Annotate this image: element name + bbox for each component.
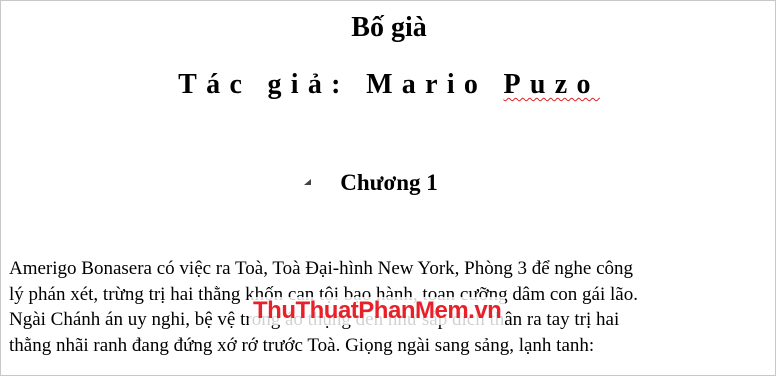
author-label: Tác giả: Mario — [178, 69, 504, 100]
document-page: Bố già Tác giả: Mario Puzo Chương 1 Amer… — [0, 0, 776, 376]
author-line: Tác giả: Mario Puzo — [1, 67, 776, 103]
document-title: Bố già — [351, 12, 427, 43]
paragraph-line: thằng nhãi ranh đang đứng xớ rớ trước To… — [9, 334, 595, 356]
chapter-heading: Chương 1 — [340, 170, 438, 195]
paragraph-line: Amerigo Bonasera có việc ra Toà, Toà Đại… — [9, 258, 634, 279]
author-surname: Puzo — [503, 69, 600, 100]
watermark-logo: ThuThuatPhanMem.vn — [249, 297, 506, 325]
